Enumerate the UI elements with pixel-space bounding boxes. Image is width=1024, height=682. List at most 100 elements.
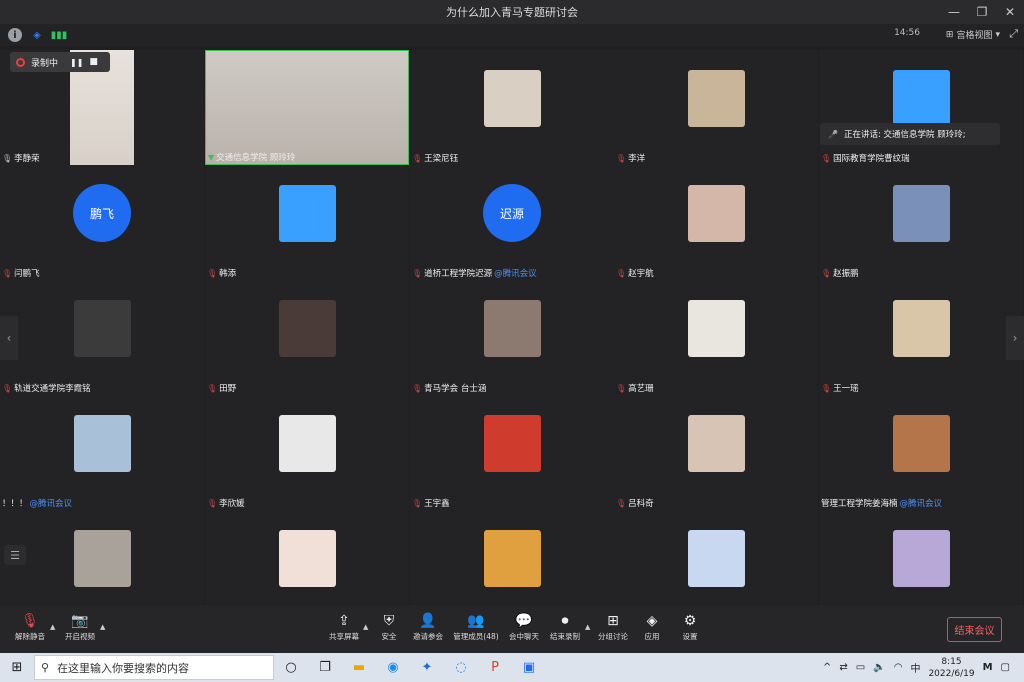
meeting-clock: 14:56	[894, 28, 920, 38]
participant-video	[206, 51, 408, 164]
participant-tile[interactable]: 🎙 赵振鹏	[819, 165, 1023, 280]
fullscreen-icon[interactable]: ⤢	[1009, 27, 1018, 41]
participant-tile[interactable]: 🎙 国际教育学院曹纹瑞	[819, 50, 1023, 165]
meeting-info-bar: i ◈ ▮▮▮ 14:56 ⊞ 宫格视图 ▾ ⤢	[0, 24, 1024, 46]
task-view-icon[interactable]: ❐	[308, 653, 342, 682]
audio-options-icon[interactable]: ▲	[50, 623, 55, 631]
record-dot-icon	[16, 57, 25, 67]
notification-icon[interactable]: ▢	[1001, 662, 1010, 673]
participant-tile[interactable]: 🎙 李洋	[614, 50, 818, 165]
apps-label: 应用	[644, 632, 660, 641]
manage-members-label: 管理成员(48)	[453, 632, 499, 641]
breakout-icon: ⊞	[607, 613, 619, 629]
input-method-indicator[interactable]: 中	[910, 660, 920, 675]
view-mode-button[interactable]: ⊞ 宫格视图 ▾	[946, 28, 1000, 42]
participant-name: 闫鹏飞	[14, 269, 40, 279]
info-icon[interactable]: i	[8, 28, 22, 42]
next-page-button[interactable]: ›	[1006, 316, 1024, 360]
participant-tile[interactable]: 🎙 轨道交通学院李霞铭	[0, 280, 204, 395]
microphone-icon: ▼	[208, 152, 215, 162]
taskbar-clock[interactable]: 8:15 2022/6/19	[928, 656, 974, 680]
participant-name: 交通信息学院 顾玲玲	[216, 153, 296, 163]
participant-tile[interactable]: 管理工程学院姜海楠 @腾讯会议	[819, 395, 1023, 510]
participant-tile[interactable]: 🎙 赵宇航	[614, 165, 818, 280]
restore-icon[interactable]: ❐	[968, 0, 996, 24]
recording-options-icon[interactable]: ▲	[585, 623, 590, 631]
mic-muted-icon: 🎙	[821, 268, 832, 278]
avatar	[279, 530, 336, 587]
participant-name-tag: 🎙 轨道交通学院李霞铭	[2, 382, 91, 395]
avatar	[279, 415, 336, 472]
invite-button[interactable]: 👤 邀请参会	[406, 611, 450, 642]
unmute-button[interactable]: 🎙 解除静音	[8, 611, 52, 642]
chat-app-icon[interactable]: ◌	[444, 653, 478, 682]
participant-name: 赵振鹏	[833, 269, 859, 279]
participant-tile[interactable]: 🎙 高艺珊	[614, 280, 818, 395]
participant-tile[interactable]: ▼ 交通信息学院 顾玲玲	[205, 50, 409, 165]
video-options-icon[interactable]: ▲	[100, 623, 105, 631]
show-hidden-icons-icon[interactable]: ^	[823, 662, 831, 673]
settings-button[interactable]: ⚙ 设置	[668, 611, 712, 642]
settings-label: 设置	[682, 632, 698, 641]
shield-check-icon: ⛨	[383, 613, 395, 629]
close-icon[interactable]: ✕	[996, 0, 1024, 24]
active-speaker-banner: 🎤 正在讲话: 交通信息学院 顾玲玲;	[820, 123, 1000, 145]
share-screen-button[interactable]: ⇪ 共享屏幕	[322, 611, 366, 642]
volume-icon[interactable]: 🔈	[873, 662, 885, 673]
tencent-meeting-icon[interactable]: ▣	[512, 653, 546, 682]
mic-muted-icon: 🎙	[2, 268, 13, 278]
file-explorer-icon[interactable]: ▬	[342, 653, 376, 682]
taskbar-search-box[interactable]: ⚲ 在这里输入你要搜索的内容	[34, 655, 274, 680]
mic-off-icon: 🎙	[21, 613, 39, 629]
participant-name-tag: 🎙 李静荣	[2, 152, 40, 165]
stop-icon[interactable]: ■	[89, 57, 98, 67]
participant-name: 田野	[219, 384, 237, 394]
video-off-icon: 📷	[71, 613, 89, 629]
participant-tile[interactable]: 🎙 王梁尼钰	[410, 50, 614, 165]
members-icon: 👥	[467, 613, 485, 629]
participant-name: 赵宇航	[628, 269, 654, 279]
shield-icon[interactable]: ◈	[30, 28, 44, 42]
battery-icon[interactable]: ▭	[856, 662, 865, 673]
network-sync-icon[interactable]: ⇄	[839, 662, 847, 673]
breakout-label: 分组讨论	[598, 632, 628, 641]
logo-icon[interactable]: M	[983, 662, 993, 673]
previous-page-button[interactable]: ‹	[0, 316, 18, 360]
participant-tile[interactable]: 🎙 田野	[205, 280, 409, 395]
participant-tile[interactable]: ！！！ @腾讯会议	[0, 395, 204, 510]
pause-icon[interactable]: ❚❚	[70, 58, 83, 67]
participant-tile[interactable]: 🎙 李欣媛	[205, 395, 409, 510]
participant-name-tag: 🎙 田野	[207, 382, 237, 395]
view-mode-label: 宫格视图	[956, 31, 993, 41]
edge-browser-icon[interactable]: ◉	[376, 653, 410, 682]
participant-tile[interactable]: 🎙 王宇鑫	[410, 395, 614, 510]
manage-members-button[interactable]: 👥 管理成员(48)	[451, 611, 501, 642]
app-icon[interactable]: ✦	[410, 653, 444, 682]
minimize-icon[interactable]: —	[940, 0, 968, 24]
participant-name-tag: 🎙 王一瑶	[821, 382, 859, 395]
windows-start-icon[interactable]: ⊞	[0, 653, 34, 682]
participant-tile[interactable]: 🎙 王一瑶	[819, 280, 1023, 395]
chat-button[interactable]: 💬 会中聊天	[502, 611, 546, 642]
signal-icon[interactable]: ▮▮▮	[51, 28, 68, 42]
participant-name: 李静荣	[14, 154, 40, 164]
end-meeting-button[interactable]: 结束会议	[947, 617, 1002, 642]
breakout-button[interactable]: ⊞ 分组讨论	[591, 611, 635, 642]
participant-tile[interactable]: 迟源 🎙 道桥工程学院迟源 @腾讯会议	[410, 165, 614, 280]
participant-tile[interactable]: 鹏飞 🎙 闫鹏飞	[0, 165, 204, 280]
participant-name-tag: 🎙 闫鹏飞	[2, 267, 40, 280]
wifi-icon[interactable]: ◠	[894, 662, 903, 673]
participant-tile[interactable]: 🎙 吕科奇	[614, 395, 818, 510]
security-button[interactable]: ⛨ 安全	[367, 611, 411, 642]
end-recording-button[interactable]: ⏺ 结束录制	[543, 611, 587, 642]
participant-name-tag: 🎙 李欣媛	[207, 497, 245, 510]
start-video-button[interactable]: 📷 开启视频	[58, 611, 102, 642]
avatar	[688, 185, 745, 242]
participant-tile[interactable]: 🎙 青马学会 台士涵	[410, 280, 614, 395]
powerpoint-icon[interactable]: P	[478, 653, 512, 682]
member-list-button[interactable]: ☰	[4, 545, 26, 565]
cortana-icon[interactable]: ○	[274, 653, 308, 682]
participant-tile[interactable]: 🎙 韩添	[205, 165, 409, 280]
participant-source-tag: @腾讯会议	[899, 499, 943, 509]
participant-name: ！！！	[2, 499, 28, 509]
